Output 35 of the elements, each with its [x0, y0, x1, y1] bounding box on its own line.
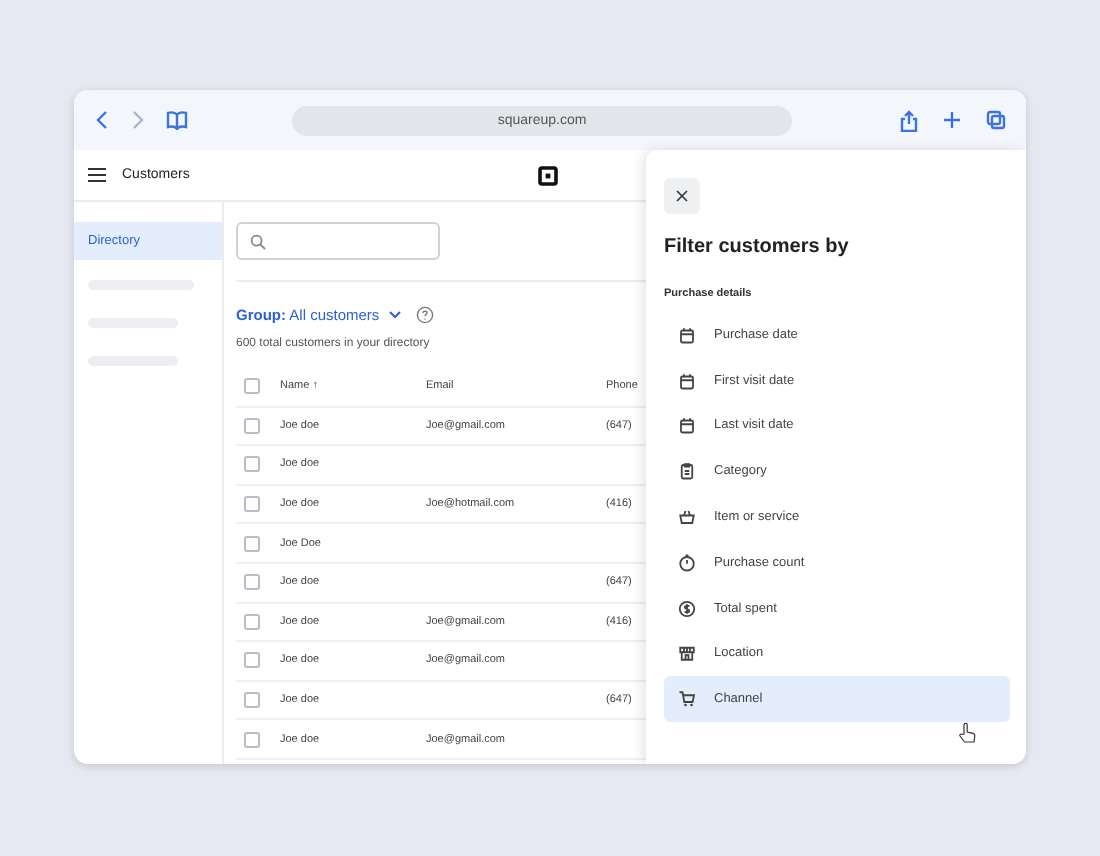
book-icon[interactable] — [166, 110, 188, 130]
search-icon — [250, 233, 266, 249]
tabs-icon[interactable] — [986, 109, 1006, 129]
row-checkbox[interactable] — [244, 613, 260, 630]
basket-icon — [678, 508, 696, 527]
close-button[interactable] — [664, 178, 700, 214]
menu-icon[interactable] — [88, 168, 106, 182]
select-all-checkbox[interactable] — [244, 378, 260, 395]
row-checkbox[interactable] — [244, 535, 260, 552]
row-checkbox[interactable] — [244, 496, 260, 513]
back-icon[interactable] — [94, 110, 110, 130]
panel-title: Filter customers by — [664, 236, 851, 258]
calendar-icon — [678, 416, 696, 435]
row-checkbox[interactable] — [244, 417, 260, 434]
logo-icon — [538, 165, 558, 185]
clipboard-icon — [678, 462, 696, 481]
row-checkbox[interactable] — [244, 456, 260, 473]
storefront-icon — [678, 644, 696, 663]
help-icon[interactable] — [415, 306, 434, 324]
row-checkbox[interactable] — [244, 731, 260, 748]
calendar-icon — [678, 325, 696, 344]
dollar-icon — [678, 599, 696, 618]
search-field[interactable] — [236, 222, 440, 260]
row-checkbox[interactable] — [244, 574, 260, 591]
cart-icon — [678, 690, 696, 709]
hand-cursor-icon — [958, 722, 976, 744]
calendar-icon — [678, 371, 696, 390]
chevron-down-icon[interactable] — [387, 310, 402, 320]
clock-icon — [678, 553, 696, 572]
share-icon[interactable] — [900, 109, 918, 131]
plus-icon[interactable] — [942, 109, 962, 129]
row-checkbox[interactable] — [244, 692, 260, 709]
row-checkbox[interactable] — [244, 652, 260, 669]
forward-icon[interactable] — [130, 110, 146, 130]
close-icon — [676, 190, 688, 202]
